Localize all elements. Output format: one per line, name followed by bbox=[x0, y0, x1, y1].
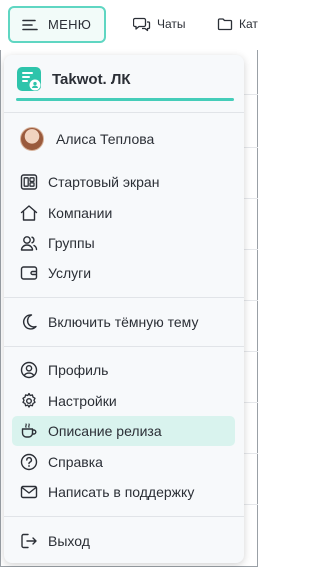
menu-item-release-notes[interactable]: Описание релиза bbox=[12, 416, 235, 446]
menu-item-support[interactable]: Написать в поддержку bbox=[12, 477, 235, 507]
mail-icon bbox=[20, 485, 38, 499]
coffee-cup-icon bbox=[21, 423, 37, 438]
top-navigation: МЕНЮ Чаты Кат bbox=[0, 0, 258, 50]
menu-item-label: Услуги bbox=[48, 265, 92, 281]
menu-item-services[interactable]: Услуги bbox=[12, 258, 235, 288]
menu-item-dark-theme[interactable]: Включить тёмную тему bbox=[12, 307, 235, 337]
divider bbox=[4, 297, 244, 298]
menu-item-label: Компании bbox=[48, 205, 113, 221]
tab-catalog[interactable]: Кат bbox=[217, 14, 258, 34]
menu-item-label: Справка bbox=[48, 454, 103, 470]
tab-chats-label: Чаты bbox=[157, 17, 186, 31]
dashboard-icon bbox=[20, 174, 38, 190]
user-name: Алиса Теплова bbox=[56, 131, 155, 147]
user-circle-icon bbox=[20, 361, 38, 379]
brand-accent-bar bbox=[16, 98, 234, 101]
menu-button-label: МЕНЮ bbox=[48, 17, 92, 32]
menu-item-label: Профиль bbox=[48, 362, 109, 378]
menu-item-start-screen[interactable]: Стартовый экран bbox=[12, 167, 235, 197]
tab-chats[interactable]: Чаты bbox=[133, 14, 186, 34]
menu-item-label: Настройки bbox=[48, 393, 117, 409]
help-circle-icon bbox=[20, 453, 38, 471]
divider bbox=[4, 346, 244, 347]
logout-icon bbox=[21, 533, 37, 549]
divider bbox=[4, 516, 244, 517]
user-profile-item[interactable]: Алиса Теплова bbox=[12, 124, 235, 154]
background-page-rows bbox=[244, 50, 258, 567]
folder-icon bbox=[217, 18, 233, 31]
hamburger-menu-icon bbox=[22, 19, 38, 30]
home-icon bbox=[20, 205, 38, 221]
menu-item-label: Группы bbox=[48, 235, 95, 251]
menu-item-companies[interactable]: Компании bbox=[12, 198, 235, 228]
menu-item-label: Выход bbox=[48, 533, 90, 549]
moon-icon bbox=[23, 314, 37, 330]
divider bbox=[4, 112, 244, 113]
brand-header: Takwot. ЛК bbox=[16, 65, 131, 93]
brand-name: Takwot. ЛК bbox=[52, 70, 131, 88]
takwot-logo-icon bbox=[17, 67, 41, 91]
menu-item-groups[interactable]: Группы bbox=[12, 228, 235, 258]
menu-button[interactable]: МЕНЮ bbox=[8, 6, 106, 43]
chat-bubbles-icon bbox=[133, 17, 151, 32]
tab-catalog-label: Кат bbox=[239, 17, 258, 31]
wallet-icon bbox=[20, 266, 38, 280]
avatar bbox=[20, 127, 44, 151]
menu-item-profile[interactable]: Профиль bbox=[12, 355, 235, 385]
users-icon bbox=[20, 236, 38, 251]
menu-item-label: Описание релиза bbox=[48, 423, 162, 439]
menu-item-label: Стартовый экран bbox=[48, 174, 160, 190]
menu-item-help[interactable]: Справка bbox=[12, 447, 235, 477]
menu-item-label: Написать в поддержку bbox=[48, 484, 195, 500]
gear-icon bbox=[22, 392, 36, 408]
main-menu-dropdown: Takwot. ЛК Алиса Теплова Стартовый экран… bbox=[4, 55, 244, 563]
menu-item-logout[interactable]: Выход bbox=[12, 526, 235, 556]
menu-item-settings[interactable]: Настройки bbox=[12, 386, 235, 416]
menu-item-label: Включить тёмную тему bbox=[48, 314, 199, 330]
